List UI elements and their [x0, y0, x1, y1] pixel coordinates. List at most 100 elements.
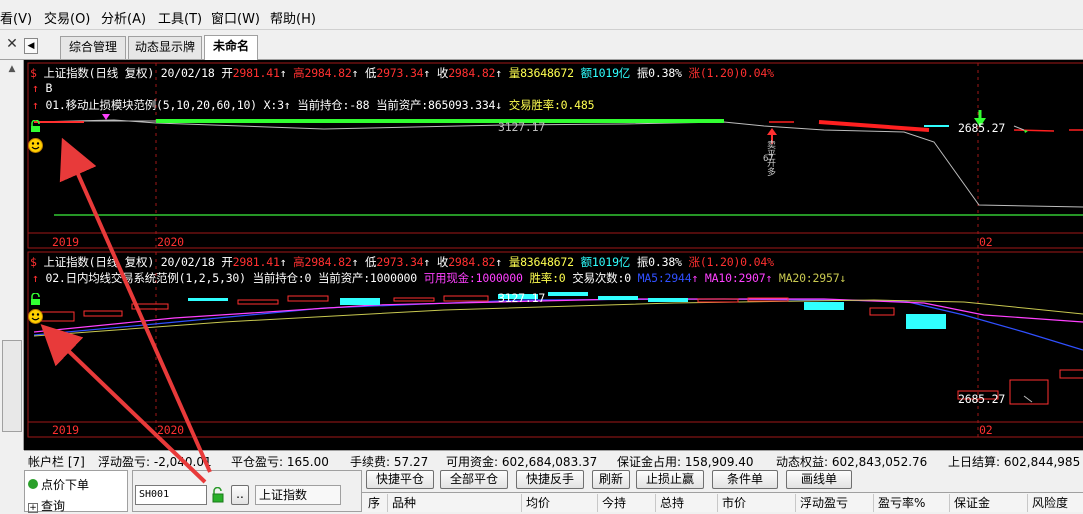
panel1-signal-num: 67: [763, 154, 774, 164]
panel2-change: (1.20)0.04%: [699, 255, 774, 269]
panel2-axis-2020: 2020: [157, 423, 184, 437]
panel1-strategy-line: ↑ 01.移动止损模块范例(5,10,20,60,10) X:3↑ 当前持仓:-…: [32, 98, 595, 112]
smiley-icon[interactable]: [28, 138, 43, 153]
menu-window[interactable]: 窗口(W): [211, 8, 260, 27]
candle-21: [1059, 369, 1083, 379]
chart-area[interactable]: $ 上证指数(日线 复权) 20/02/18 开2981.41↑ 高2984.8…: [24, 60, 1083, 450]
quick-reverse-button[interactable]: 快捷反手: [516, 470, 584, 489]
unlock-icon[interactable]: [211, 486, 225, 503]
panel1-position: 当前持仓:-88: [297, 98, 370, 112]
tree-item-query[interactable]: + 查询: [28, 497, 65, 514]
menu-tools[interactable]: 工具(T): [158, 8, 202, 27]
panel2-amplitude: 0.38%: [648, 255, 682, 269]
panel1-volume: 83648672: [520, 66, 574, 80]
refresh-button[interactable]: 刷新: [592, 470, 630, 489]
panel2-strategy-line: ↑ 02.日内均线交易系统范例(1,2,5,30) 当前持仓:0 当前资产:10…: [32, 271, 847, 285]
scroll-up-arrow-icon[interactable]: ▲: [4, 64, 20, 78]
candle-5: [237, 299, 279, 305]
panel2-high: 2984.82: [304, 255, 352, 269]
panel2-strategy: 02.日内均线交易系统范例(1,2,5,30): [45, 271, 246, 285]
panel1-axis-2020: 2020: [157, 235, 184, 249]
stop-loss-button[interactable]: 止损止赢: [636, 470, 704, 489]
drawing-order-button[interactable]: 画线单: [786, 470, 852, 489]
panel1-high: 2984.82: [304, 66, 352, 80]
up-arrow-icon: ↑: [32, 98, 39, 112]
tab-untitled[interactable]: 未命名: [204, 35, 258, 60]
menu-help[interactable]: 帮助(H): [270, 8, 316, 27]
col-margin[interactable]: 保证金: [950, 494, 1028, 512]
tab-dynamic-board[interactable]: 动态显示牌: [128, 36, 202, 59]
candle-16: [804, 302, 844, 310]
panel1-axis-02: 02: [979, 235, 993, 249]
close-icon[interactable]: ✕: [4, 36, 20, 52]
col-risk[interactable]: 风险度: [1028, 494, 1083, 512]
lock-icon[interactable]: [30, 119, 41, 132]
nav-tree: 点价下单 + 查询: [24, 470, 128, 514]
up-arrow-icon: ↑: [32, 81, 39, 95]
panel1-amount: 1019亿: [591, 66, 631, 80]
panel1-equity-line: [33, 119, 1083, 208]
candle-13: [648, 298, 688, 302]
symbol-browse-button[interactable]: ..: [231, 485, 249, 505]
quick-close-button[interactable]: 快捷平仓: [366, 470, 434, 489]
panel2-ma10: MA10:2907: [704, 271, 766, 285]
tab-comprehensive[interactable]: 综合管理: [60, 36, 126, 59]
panel2-high-mark: 3127.17: [498, 291, 546, 305]
conditional-order-button[interactable]: 条件单: [712, 470, 778, 489]
candle-14: [697, 298, 739, 303]
panel1-header: $ 上证指数(日线 复权) 20/02/18 开2981.41↑ 高2984.8…: [30, 66, 774, 80]
panel1-title: 上证指数(日线 复权): [43, 66, 155, 80]
candle-4: [188, 298, 228, 301]
splitter-handle[interactable]: [2, 340, 22, 432]
up-arrow-icon: ↑: [32, 271, 39, 285]
panel2-date: 20/02/18: [160, 255, 215, 269]
col-today-hold[interactable]: 今持: [598, 494, 656, 512]
menu-view[interactable]: 看(V): [0, 8, 32, 27]
col-symbol[interactable]: 品种: [388, 494, 522, 512]
col-pnl-rate[interactable]: 盈亏率%: [874, 494, 950, 512]
candle-11: [548, 292, 588, 296]
scroll-left-button[interactable]: ◀: [24, 38, 38, 54]
panel1-up-arrow-icon: [767, 128, 777, 135]
panel2-amount: 1019亿: [591, 255, 631, 269]
col-market-price[interactable]: 市价: [718, 494, 796, 512]
panel2-volume: 83648672: [520, 255, 574, 269]
panel1-axis-2019: 2019: [52, 235, 79, 249]
panel2-currency-icon: $: [30, 255, 37, 269]
panel1-strategy: 01.移动止损模块范例(5,10,20,60,10) X:3: [45, 98, 284, 112]
panel1-currency-icon: $: [30, 66, 37, 80]
panel2-winrate: 胜率:0: [529, 271, 566, 285]
panel1-magenta-marker: [102, 114, 110, 120]
tree-item-price-order[interactable]: 点价下单: [28, 476, 89, 493]
panel1-open: 2981.41: [232, 66, 280, 80]
panel2-axis-2019: 2019: [52, 423, 79, 437]
lock-icon[interactable]: [30, 292, 41, 305]
panel2-title: 上证指数(日线 复权): [43, 255, 155, 269]
menu-analysis[interactable]: 分析(A): [101, 8, 146, 27]
panel2-ma20: MA20:2957: [778, 271, 840, 285]
col-total-hold[interactable]: 总持: [656, 494, 718, 512]
close-all-button[interactable]: 全部平仓: [440, 470, 508, 489]
symbol-name-field: 上证指数: [255, 485, 341, 505]
panel2-open: 2981.41: [232, 255, 280, 269]
candle-18: [906, 314, 946, 329]
menu-trade[interactable]: 交易(O): [44, 8, 90, 27]
candle-9: [443, 295, 489, 302]
col-index[interactable]: 序: [364, 494, 388, 512]
panel2-axis-02: 02: [979, 423, 993, 437]
panel1-amplitude: 0.38%: [648, 66, 682, 80]
panel2-position: 当前持仓:0: [252, 271, 312, 285]
panel1-red-segment: [818, 120, 930, 132]
col-float-pnl[interactable]: 浮动盈亏: [796, 494, 874, 512]
panel1-red-tick2: [1013, 129, 1055, 132]
smiley-icon[interactable]: [28, 309, 43, 324]
candle-1: [39, 311, 75, 322]
symbol-code-input[interactable]: SH001: [135, 485, 207, 505]
panel1-b-label: B: [45, 81, 53, 95]
panel1-close: 2984.82: [448, 66, 496, 80]
panel1-change: (1.20)0.04%: [699, 66, 774, 80]
col-avg-price[interactable]: 均价: [522, 494, 598, 512]
candle-2: [83, 310, 123, 317]
menu-bar: 看(V) 交易(O) 分析(A) 工具(T) 窗口(W) 帮助(H): [0, 0, 1083, 30]
price-order-icon: [28, 479, 38, 489]
